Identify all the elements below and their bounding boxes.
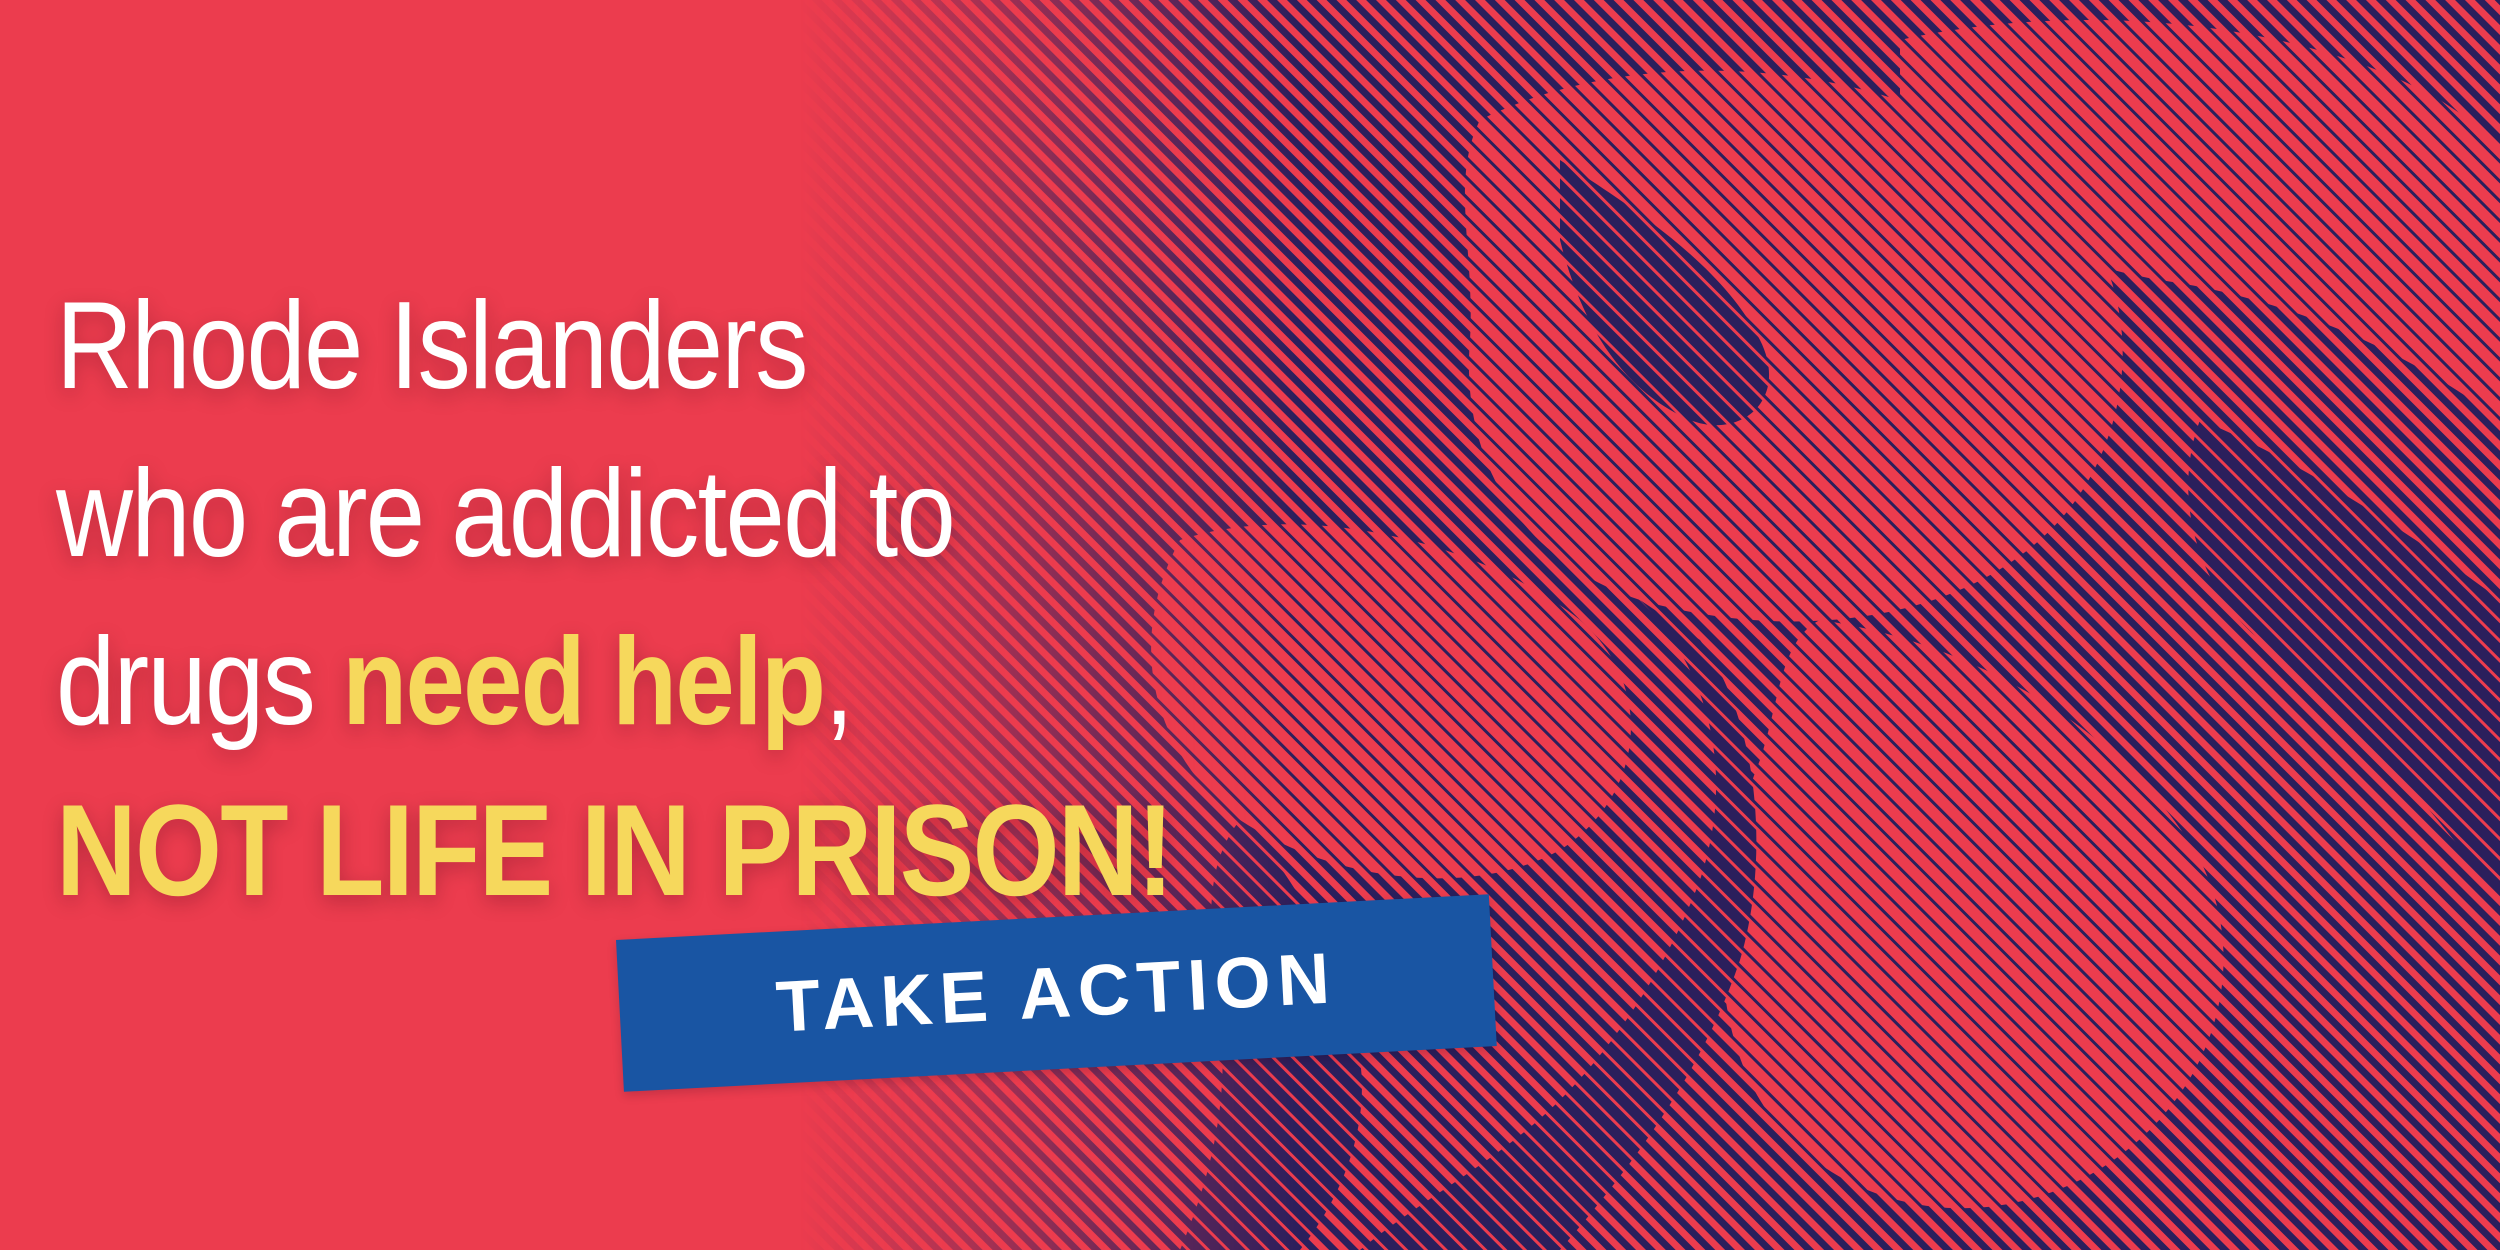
headline: Rhode Islanders who are addicted to drug…: [56, 262, 1346, 934]
headline-line-3-prefix: drugs: [56, 613, 343, 751]
headline-highlight-need-help: need help: [342, 613, 826, 751]
headline-line-3-suffix: ,: [824, 613, 854, 751]
headline-line-3: drugs need help,: [56, 598, 1346, 766]
take-action-label: TAKE ACTION: [774, 938, 1339, 1048]
headline-line-2: who are addicted to: [56, 445, 956, 583]
headline-line-1: Rhode Islanders: [56, 277, 809, 415]
headline-line-4: NOT LIFE IN PRISON!: [56, 777, 1174, 923]
campaign-banner: Rhode Islanders who are addicted to drug…: [0, 0, 2500, 1250]
